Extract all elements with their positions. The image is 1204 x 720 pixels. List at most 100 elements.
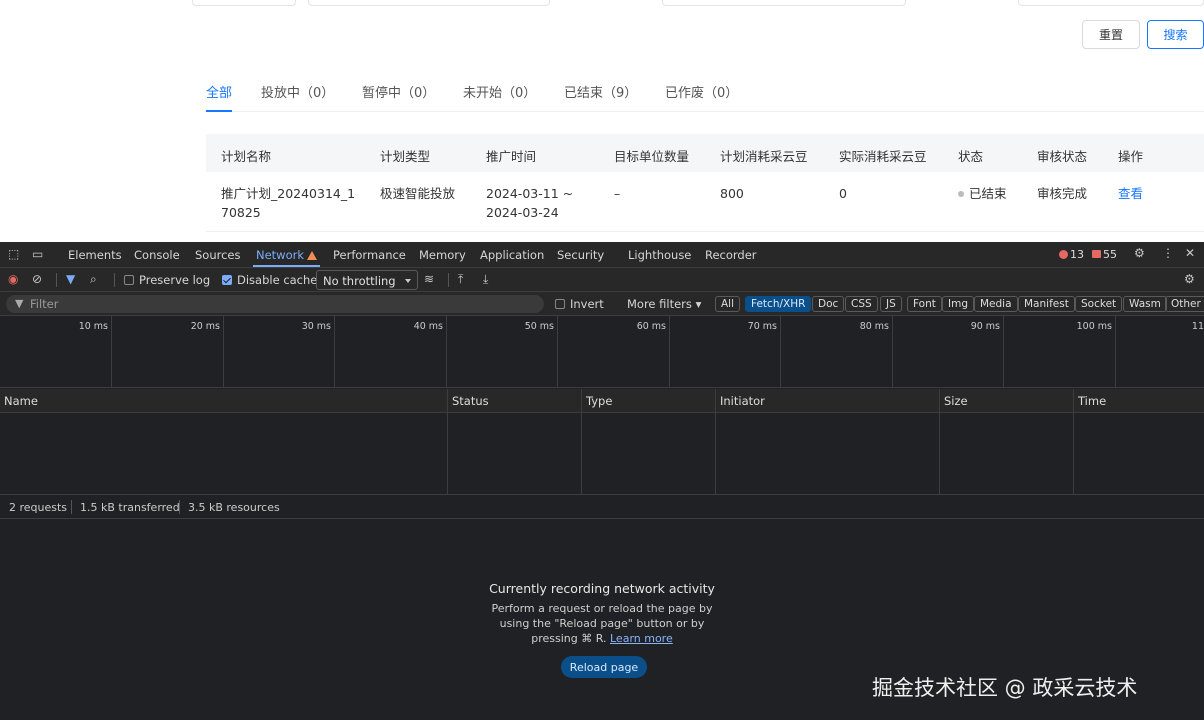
col-size[interactable]: Size bbox=[944, 394, 968, 408]
error-count[interactable]: 13 bbox=[1059, 248, 1084, 261]
issue-count[interactable]: 55 bbox=[1092, 248, 1117, 261]
tab-network[interactable]: Network bbox=[252, 248, 321, 267]
column-divider bbox=[447, 413, 448, 495]
tab-network-label: Network bbox=[256, 248, 305, 262]
status-cell: 已结束 bbox=[958, 184, 1007, 203]
col-type[interactable]: Type bbox=[586, 394, 612, 408]
col-plan-cost: 计划消耗采云豆 bbox=[720, 149, 808, 164]
col-status[interactable]: Status bbox=[452, 394, 489, 408]
col-initiator[interactable]: Initiator bbox=[720, 394, 765, 408]
inspect-element-icon[interactable]: ⬚ bbox=[8, 247, 19, 261]
type-filter-wasm[interactable]: Wasm bbox=[1123, 296, 1167, 312]
type-filter-manifest[interactable]: Manifest bbox=[1018, 296, 1075, 312]
summary-separator bbox=[179, 500, 180, 514]
type-filter-other[interactable]: Other bbox=[1165, 296, 1204, 312]
learn-more-link[interactable]: Learn more bbox=[610, 632, 673, 645]
view-link[interactable]: 查看 bbox=[1118, 184, 1143, 203]
toolbar-separator bbox=[448, 273, 449, 287]
timeline-column: 50 ms bbox=[447, 316, 558, 388]
empty-state-title: Currently recording network activity bbox=[489, 581, 715, 596]
watermark: 掘金技术社区 @ 政采云技术 bbox=[872, 676, 1138, 700]
filter-input-3[interactable] bbox=[662, 0, 906, 6]
col-name[interactable]: Name bbox=[4, 394, 38, 408]
actual-cost-cell: 0 bbox=[839, 186, 847, 201]
type-filter-all[interactable]: All bbox=[715, 296, 741, 312]
checkbox-checked-icon bbox=[222, 275, 232, 285]
tab-recorder[interactable]: Recorder bbox=[705, 248, 757, 262]
tab-ended[interactable]: 已结束（9） bbox=[564, 86, 637, 112]
network-settings-gear-icon[interactable]: ⚙ bbox=[1184, 272, 1195, 286]
reset-button[interactable]: 重置 bbox=[1082, 20, 1140, 49]
tab-running[interactable]: 投放中（0） bbox=[261, 86, 334, 112]
tab-lighthouse[interactable]: Lighthouse bbox=[628, 248, 691, 262]
invert-label: Invert bbox=[570, 297, 604, 311]
type-filter-socket[interactable]: Socket bbox=[1075, 296, 1123, 312]
column-divider bbox=[939, 389, 940, 413]
type-filter-font[interactable]: Font bbox=[907, 296, 942, 312]
timeline-tick: 80 ms bbox=[859, 321, 889, 332]
col-plan-type: 计划类型 bbox=[380, 149, 431, 164]
more-options-icon[interactable]: ⋮ bbox=[1162, 246, 1174, 260]
search-icon[interactable]: ⌕ bbox=[90, 272, 97, 287]
preserve-log-checkbox[interactable]: Preserve log bbox=[124, 273, 210, 287]
devtools-panel: ⬚ ▭ Elements Console Sources Network Per… bbox=[0, 242, 1204, 720]
timeline-column: 90 ms bbox=[893, 316, 1004, 388]
tab-memory[interactable]: Memory bbox=[419, 248, 466, 262]
timeline-tick: 10 ms bbox=[78, 321, 108, 332]
empty-state-line1: Perform a request or reload the page by bbox=[491, 602, 713, 615]
column-divider bbox=[447, 389, 448, 413]
timeline-tick: 20 ms bbox=[190, 321, 220, 332]
throttling-value: No throttling bbox=[323, 274, 396, 288]
type-filter-fetch-xhr[interactable]: Fetch/XHR bbox=[745, 296, 812, 312]
filter-funnel-icon: ▼ bbox=[15, 297, 24, 310]
type-filter-js[interactable]: JS bbox=[880, 296, 902, 312]
issue-count-value: 55 bbox=[1103, 248, 1117, 261]
import-har-icon[interactable]: ⤒ bbox=[458, 272, 463, 287]
column-divider bbox=[1073, 389, 1074, 413]
filter-funnel-icon[interactable]: ▼ bbox=[66, 272, 75, 286]
toolbar-separator bbox=[56, 273, 57, 287]
tab-voided[interactable]: 已作废（0） bbox=[665, 86, 738, 112]
filter-input-1[interactable] bbox=[192, 0, 296, 6]
record-stop-icon[interactable]: ◉ bbox=[8, 272, 18, 286]
settings-gear-icon[interactable]: ⚙ bbox=[1134, 246, 1145, 260]
more-filters-dropdown[interactable]: More filters ▾ bbox=[627, 297, 701, 311]
type-filter-media[interactable]: Media bbox=[974, 296, 1018, 312]
caret-down-icon: ▾ bbox=[695, 297, 702, 311]
tab-security[interactable]: Security bbox=[557, 248, 604, 262]
timeline-tick: 30 ms bbox=[301, 321, 331, 332]
tab-sources[interactable]: Sources bbox=[195, 248, 241, 262]
export-har-icon[interactable]: ⤓ bbox=[483, 272, 488, 287]
disable-cache-label: Disable cache bbox=[237, 273, 318, 287]
close-icon[interactable]: ✕ bbox=[1185, 246, 1195, 260]
throttling-select[interactable]: No throttling bbox=[316, 270, 418, 290]
device-toolbar-icon[interactable]: ▭ bbox=[32, 247, 43, 261]
filter-input-4[interactable] bbox=[1018, 0, 1204, 6]
tab-performance[interactable]: Performance bbox=[333, 248, 406, 262]
tab-elements[interactable]: Elements bbox=[68, 248, 122, 262]
tab-all[interactable]: 全部 bbox=[206, 86, 233, 112]
toolbar-separator bbox=[114, 273, 115, 287]
reload-page-button[interactable]: Reload page bbox=[561, 656, 647, 678]
type-filter-img[interactable]: Img bbox=[942, 296, 974, 312]
invert-checkbox[interactable]: Invert bbox=[555, 297, 604, 311]
tab-application[interactable]: Application bbox=[480, 248, 544, 262]
col-time[interactable]: Time bbox=[1078, 394, 1106, 408]
timeline-column: 20 ms bbox=[112, 316, 224, 388]
network-overview-timeline[interactable]: 10 ms 20 ms 30 ms 40 ms 50 ms 60 ms 70 m… bbox=[0, 316, 1204, 388]
filter-input-2[interactable] bbox=[308, 0, 550, 6]
clear-icon[interactable]: ⊘ bbox=[32, 272, 42, 286]
network-conditions-icon[interactable]: ≋ bbox=[424, 272, 434, 286]
tab-paused[interactable]: 暂停中（0） bbox=[362, 86, 435, 112]
status-tabs: 全部 投放中（0） 暂停中（0） 未开始（0） 已结束（9） 已作废（0） bbox=[206, 86, 1204, 112]
type-filter-css[interactable]: CSS bbox=[845, 296, 878, 312]
type-filter-doc[interactable]: Doc bbox=[812, 296, 845, 312]
search-button[interactable]: 搜索 bbox=[1147, 20, 1204, 49]
preserve-log-label: Preserve log bbox=[139, 273, 211, 287]
tab-console[interactable]: Console bbox=[134, 248, 180, 262]
disable-cache-checkbox[interactable]: Disable cache bbox=[222, 273, 317, 287]
column-divider bbox=[715, 413, 716, 495]
tab-not-started[interactable]: 未开始（0） bbox=[463, 86, 536, 112]
filter-input[interactable]: ▼ Filter bbox=[6, 295, 544, 313]
col-target-count: 目标单位数量 bbox=[614, 149, 690, 164]
